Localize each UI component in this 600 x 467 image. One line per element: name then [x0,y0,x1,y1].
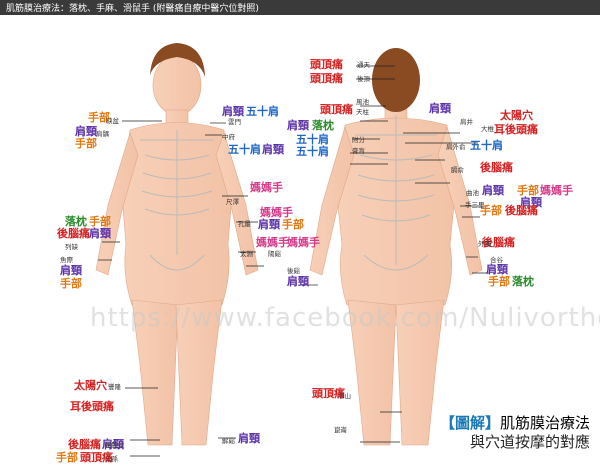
acupoint-label: 承山 [338,392,351,400]
acupoint-label: 足臨泣 [105,441,125,449]
acupoint-label: 中府 [222,133,235,141]
acupoint-label: 雲門 [228,118,241,126]
page-title: 肌筋膜治療法：落枕、手麻、滑鼠手 (附醫痛自療中醫穴位對照) [6,4,259,14]
label-de-quervain: 媽媽手 [287,236,320,249]
label-frozen-shoulder: 肩頸 [429,102,451,115]
label-hand: 後腦痛 [505,204,538,217]
acupoint-label: 孔最 [238,220,251,228]
title-bar: 肌筋膜治療法：落枕、手麻、滑鼠手 (附醫痛自療中醫穴位對照) [0,0,600,15]
label-temple: 太陽穴 [500,109,533,122]
label-ear-headache: 耳後頭痛 [70,400,114,413]
label-occipital: 後腦痛 [68,438,101,451]
label-temple: 太陽穴 [74,379,107,392]
label-occipital: 肩頸 [482,184,504,197]
acupoint-label: 附分 [352,136,365,144]
acupoint-label: 大椎 [481,125,494,133]
label-neck: 肩頸 [287,119,309,132]
label-neck: 五十肩 [470,139,503,152]
label-vertex: 頭頂痛 [310,72,343,85]
acupoint-label: 公孫 [105,455,118,463]
acupoint-label: 手三里 [465,201,485,209]
label-stiff-neck: 肩頸 [287,275,309,288]
caption-tag: 【圖解】 [439,414,500,432]
label-neck: 肩頸 [89,227,111,240]
acupoint-label: 風池 [356,98,369,106]
acupoint-label: 外關 [478,240,491,248]
label-hand: 手部 [60,277,82,290]
label-de-quervain: 媽媽手 [250,181,283,194]
label-frozen-shoulder: 後腦痛 [480,161,513,174]
caption-line-2: 與穴道按摩的對應 [469,433,590,451]
label-hand: 落枕 [512,275,534,288]
label-vertex: 頭頂痛 [320,103,353,116]
back-hair [372,48,420,112]
acupoint-label: 尺澤 [226,198,239,206]
label-neck: 肩頸 [222,105,244,118]
label-hand: 手部 [75,137,97,150]
label-neck: 肩頸 [238,432,260,445]
acupoint-label: 通天 [357,61,370,69]
acupoint-label: 陽谿 [268,250,281,258]
acupoint-label: 肩外俞 [446,143,466,151]
label-frozen-shoulder: 五十肩 [296,145,329,158]
label-occipital: 後腦痛 [57,227,90,240]
watermark: https://www.facebook.com/Nulivortho [90,303,600,333]
acupoint-label: 後谿 [287,267,300,275]
label-neck: 肩頸 [60,264,82,277]
acupoint-label: 魚際 [60,256,73,264]
label-ear-headache: 耳後頭痛 [494,123,538,136]
label-frozen-shoulder: 五十肩 [228,143,261,156]
acupoint-label: 缺盆 [106,117,119,125]
label-hand: 手部 [56,451,78,464]
acupoint-label: 合谷 [490,256,503,264]
acupoint-label: 膏肓 [352,147,365,155]
acupoint-label: 膈俞 [451,166,464,174]
acupoint-label: 解谿 [222,437,235,445]
acupoint-label: 豐隆 [108,383,121,391]
label-frozen-shoulder: 五十肩 [246,105,279,118]
label-neck: 肩頸 [262,143,284,156]
label-hand: 媽媽手 [540,184,573,197]
label-hand: 手部 [282,218,304,231]
label-de-quervain: 媽媽手 [256,236,289,249]
acupoint-label: 列缺 [65,243,78,251]
acupoint-label: 肩井 [460,118,473,126]
acupoint-label: 太淵 [240,250,253,258]
acupoint-label: 後頂 [357,75,370,83]
acupoint-label: 天柱 [356,108,369,116]
acupoint-label: 崑崙 [334,426,347,434]
label-stiff-neck: 落枕 [312,119,334,132]
label-neck: 肩頸 [258,218,280,231]
caption-line-1: 【圖解】肌筋膜治療法 [440,412,590,433]
caption-title: 肌筋膜治療法 [499,414,590,432]
label-vertex: 頭頂痛 [310,58,343,71]
label-neck: 手部 [488,275,510,288]
acupoint-label: 曲池 [466,189,479,197]
acupoint-label: 肩髃 [96,130,109,138]
